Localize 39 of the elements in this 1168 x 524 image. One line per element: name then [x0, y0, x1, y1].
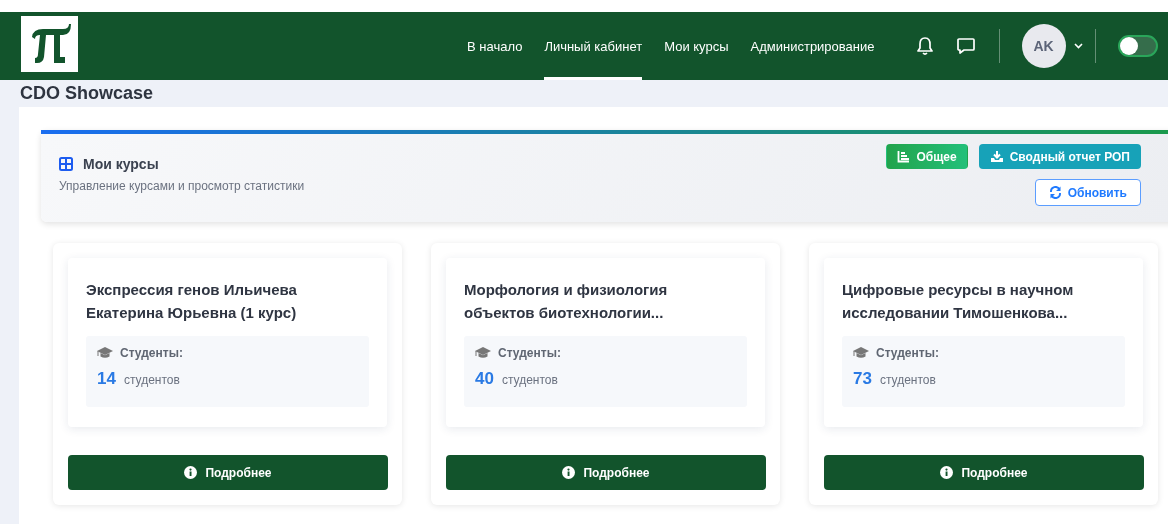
- students-label: Студенты:: [120, 346, 183, 360]
- details-button[interactable]: Подробнее: [824, 455, 1144, 490]
- course-title: Экспрессия генов Ильичева Екатерина Юрьевна (1 курс): [86, 280, 298, 323]
- toggle-switch[interactable]: [1117, 35, 1158, 57]
- nav-link[interactable]: Администрирование: [750, 12, 875, 80]
- user-avatar[interactable]: AK: [1021, 24, 1066, 68]
- details-button[interactable]: Подробнее: [446, 455, 766, 490]
- count-unit: студентов: [123, 373, 180, 387]
- bell-icon[interactable]: [915, 36, 934, 56]
- student-count: 14: [97, 369, 116, 389]
- refresh-button[interactable]: Обновить: [1034, 179, 1141, 206]
- course-title: Морфология и физиология объектов биотехнологии...: [464, 280, 669, 323]
- caret-icon[interactable]: [1073, 43, 1083, 49]
- chat-icon[interactable]: [955, 37, 976, 55]
- info-icon: [184, 466, 198, 479]
- download-icon: [989, 150, 1004, 163]
- chart-icon: [897, 150, 911, 163]
- nav-link[interactable]: Личный кабинет: [544, 12, 643, 80]
- logo-icon[interactable]: [21, 16, 78, 72]
- graduation-cap-icon: [475, 347, 491, 359]
- students-label: Студенты:: [498, 346, 561, 360]
- count-unit: студентов: [501, 373, 558, 387]
- students-label: Студенты:: [876, 346, 939, 360]
- graduation-cap-icon: [97, 347, 113, 359]
- details-button[interactable]: Подробнее: [68, 455, 388, 490]
- grid-icon: [59, 157, 73, 171]
- nav-link[interactable]: Мои курсы: [664, 12, 729, 80]
- graduation-cap-icon: [853, 347, 869, 359]
- site-title: CDO Showcase: [20, 83, 154, 104]
- course-title: Цифровые ресурсы в научном исследовании Тимошенкова...: [842, 280, 1075, 323]
- section-title: Мои курсы: [83, 156, 159, 172]
- nav-link[interactable]: В начало: [467, 12, 523, 80]
- section-subtitle: Управление курсами и просмотр статистики: [59, 179, 305, 193]
- info-icon: [562, 466, 576, 479]
- refresh-icon: [1048, 186, 1062, 199]
- info-icon: [940, 466, 954, 479]
- student-count: 40: [475, 369, 494, 389]
- count-unit: студентов: [879, 373, 936, 387]
- student-count: 73: [853, 369, 872, 389]
